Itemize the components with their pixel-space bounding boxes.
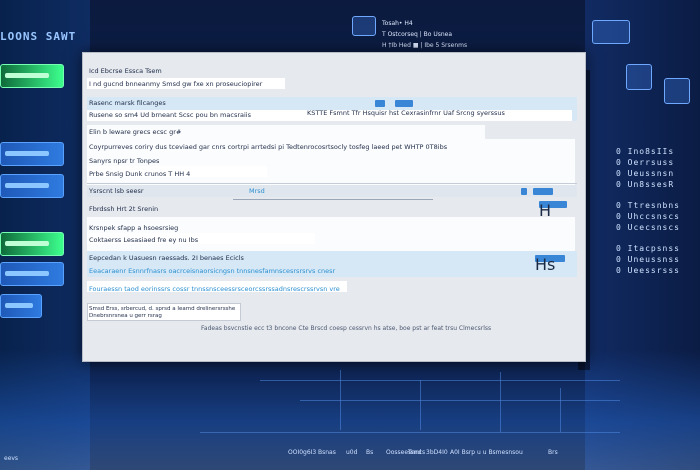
footer-item: A0I Bsrp u u Bsmesnsou	[450, 449, 523, 456]
action-button[interactable]	[533, 188, 553, 195]
list-item: 0 Ueussnsn	[616, 169, 675, 178]
footer-item: u0d	[346, 449, 358, 456]
main-window: Icd Ebcrse Essca Tsem I nd gucnd bnneanm…	[82, 52, 586, 362]
row-label: Prbe Snsig Dunk crunos T HH 4	[89, 170, 191, 178]
row-label: Elin b leware grecs ecsc gr#	[89, 128, 182, 136]
row-label: Ysrscnt lsb seesr	[89, 187, 144, 195]
status-card[interactable]	[0, 142, 64, 166]
list-item: 0 Ttresnbns	[616, 201, 680, 210]
row-label: Dnebrsnrsnea u gerr rsrag	[89, 313, 162, 319]
circuit-line	[420, 380, 421, 430]
status-card[interactable]	[0, 294, 42, 318]
row-label: Rusene so sm4 Ud brneant Scsc pou bn mac…	[89, 111, 251, 119]
top-menu-item[interactable]: Tosah• H4	[382, 18, 467, 29]
right-status-list: 0 Ino8sIIs 0 Oerrsuss 0 Ueussnsn 0 Un8ss…	[616, 146, 680, 286]
row-label: Fouraessn taod eorinssrs cossr tnnssnsce…	[89, 285, 340, 293]
status-card[interactable]	[0, 174, 64, 198]
list-item: 0 Uneussnss	[616, 255, 680, 264]
chart-icon	[664, 78, 690, 104]
circuit-line	[340, 370, 341, 430]
row-label: Eepcedan k Uasuesn raessads. 2I benaes E…	[89, 254, 244, 262]
footer-label: eevs	[4, 455, 19, 462]
list-item: 0 Ucecsnscs	[616, 223, 680, 232]
row-label: Mrsd	[249, 187, 265, 195]
footer-item: Brs	[548, 449, 558, 456]
row-label: KSTTE Fsmnt Tfr Hsquisr hst Cexrasinfrnr…	[307, 109, 505, 117]
monitor-icon	[352, 16, 376, 36]
blue-button[interactable]: Hs	[535, 255, 565, 274]
footer-item: Tsnd	[408, 449, 422, 456]
row-label: Krsnpek sfapp a hsoesrsieg	[89, 224, 179, 232]
toggle-button[interactable]	[375, 100, 385, 107]
action-button[interactable]	[395, 100, 413, 107]
app-title: LOONS SAWT	[0, 30, 77, 43]
list-item: 0 Ino8sIIs	[616, 147, 675, 156]
top-menu-item[interactable]: H †Ib Hed ■ | Ibe 5 Srsenms	[382, 40, 467, 51]
divider	[233, 199, 433, 200]
list-item: 0 Uhccsnscs	[616, 212, 680, 221]
window-header: Icd Ebcrse Essca Tsem	[89, 67, 162, 75]
circuit-line	[260, 380, 620, 381]
circuit-line	[500, 372, 501, 432]
footer-item: 3bD4I0	[426, 449, 448, 456]
status-card-active[interactable]	[0, 64, 64, 88]
footer-item: Bs	[366, 449, 374, 456]
row-label: Sanyrs npsr tr Tonpes	[89, 157, 160, 165]
footer-item: Bsnas	[318, 449, 336, 456]
divider	[87, 183, 577, 184]
chip-icon	[592, 20, 630, 44]
row-label: Eeacaraenr Esnnrfnasrs oacrceisnaorsicng…	[89, 267, 336, 275]
footer-item: OOI0g6I3	[288, 449, 317, 456]
status-card[interactable]	[0, 262, 64, 286]
list-item: 0 Oerrsuss	[616, 158, 675, 167]
row-label: Coktaerss Lesasiaed fre ey nu Ibs	[89, 236, 199, 244]
top-menu-item[interactable]: T Ostcorseq | Bo Usnea	[382, 29, 467, 40]
list-item: 0 Itacpsnss	[616, 244, 680, 253]
top-menu: Tosah• H4 T Ostcorseq | Bo Usnea H †Ib H…	[382, 18, 467, 51]
section-title: Fbrdssh Hrt 2t Srenin	[89, 205, 159, 213]
list-item: 0 Un8ssesR	[616, 180, 675, 189]
circuit-line	[200, 432, 620, 433]
list-item: 0 Ueessrsss	[616, 266, 680, 275]
section-bar	[87, 185, 577, 197]
action-button[interactable]	[521, 188, 527, 195]
chart-icon	[626, 64, 652, 90]
row-label: Coyrpurreves coriry dus tceviaed gar cnr…	[89, 143, 448, 151]
row-label: Smsd Erss, srbercud, d. sprsd a Ieamd dr…	[89, 306, 236, 312]
status-card-active[interactable]	[0, 232, 64, 256]
circuit-line	[560, 388, 561, 432]
circuit-line	[300, 400, 620, 401]
status-text: Fadeas bsvcnstie ecc t3 bncone Cte Brscd…	[201, 325, 492, 332]
row-label: Rasenc marsk filcanges	[89, 99, 166, 107]
blue-button[interactable]: H ■ | Bu3	[539, 201, 570, 258]
row-label: I nd gucnd bnneanmy Smsd gw fxe xn prose…	[89, 80, 263, 88]
